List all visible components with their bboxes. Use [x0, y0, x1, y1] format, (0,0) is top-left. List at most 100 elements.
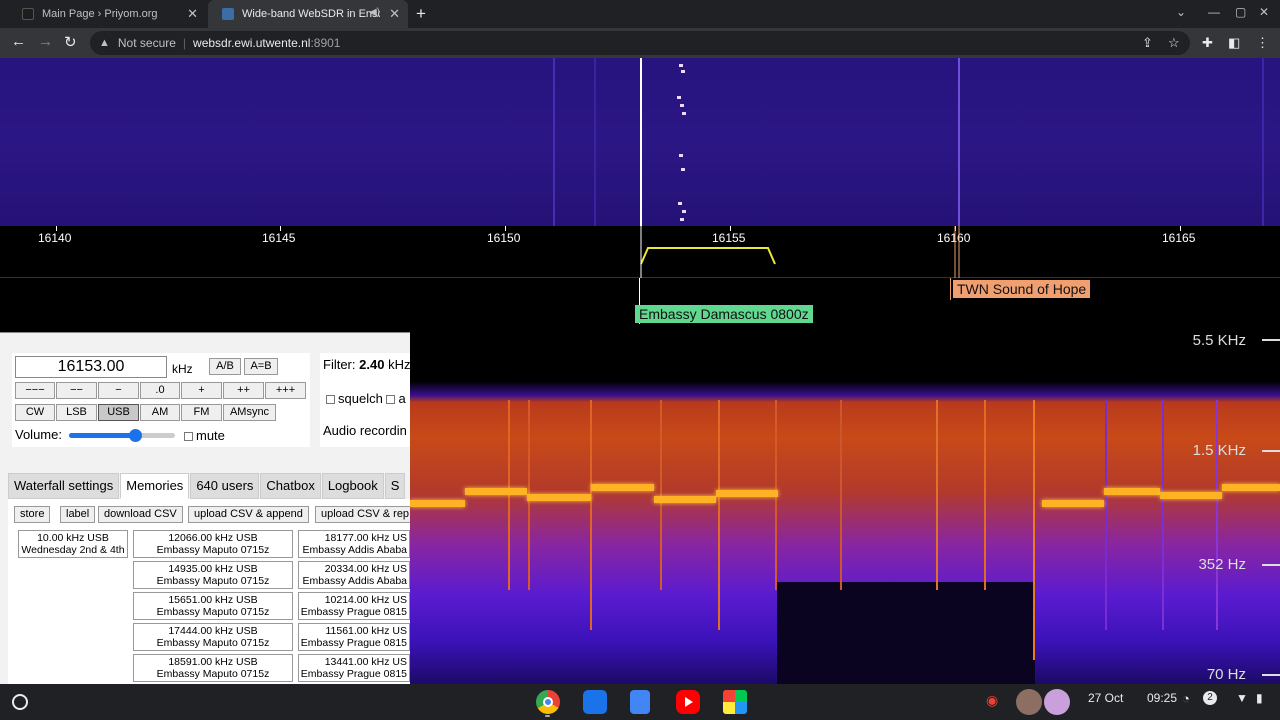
forward-icon[interactable]: → [38, 33, 53, 50]
frequency-box: 16153.00 kHz A/B A=B −−− −− − .0 + ++ ++… [12, 353, 310, 447]
step-up-1-button[interactable]: + [181, 382, 222, 399]
time-label[interactable]: 09:25 [1147, 691, 1177, 705]
memory-entry[interactable]: 14935.00 kHz USB Embassy Maputo 0715z [133, 561, 293, 589]
minimize-icon[interactable]: — [1208, 5, 1220, 19]
extensions-icon[interactable]: ✚ [1202, 35, 1213, 51]
tab-search-icon[interactable]: ⌄ [1176, 5, 1186, 19]
not-secure-icon[interactable]: ▲ [99, 37, 110, 49]
do-not-disturb-icon[interactable]: ◔ [1182, 691, 1190, 706]
frequency-scale[interactable]: 16140 16145 16150 16155 16160 16165 [0, 226, 1280, 278]
label-button[interactable]: label [60, 506, 96, 523]
mute-checkbox[interactable] [184, 432, 193, 442]
audio-spectrogram[interactable]: 5.5 KHz 1.5 KHz 352 Hz 70 Hz [410, 332, 1280, 684]
step-up-3-button[interactable]: +++ [265, 382, 306, 399]
menu-icon[interactable]: ⋮ [1256, 35, 1269, 51]
mode-lsb-button[interactable]: LSB [56, 404, 97, 421]
squelch-toggle[interactable]: squelch a [326, 391, 406, 406]
step-down-3-button[interactable]: −−− [15, 382, 55, 399]
memory-label: Embassy Prague 0815 [300, 606, 407, 618]
docs-app-icon[interactable] [630, 690, 650, 714]
reload-icon[interactable]: ↻ [64, 33, 77, 51]
filter-value: 2.40 [359, 357, 385, 372]
tab-users[interactable]: 640 users [190, 473, 260, 499]
close-tab-icon[interactable]: ✕ [389, 6, 400, 22]
tab-priyom[interactable]: Main Page › Priyom.org ✕ [8, 0, 206, 28]
step-up-2-button[interactable]: ++ [223, 382, 264, 399]
mode-amsync-button[interactable]: AMsync [223, 404, 276, 421]
squelch-checkbox[interactable] [326, 395, 335, 405]
memory-entry[interactable]: 18591.00 kHz USB Embassy Maputo 0715z [133, 654, 293, 682]
date-label[interactable]: 27 Oct [1088, 691, 1123, 705]
avatar[interactable] [1016, 689, 1042, 715]
volume-knob[interactable] [128, 429, 142, 442]
mode-fm-button[interactable]: FM [181, 404, 222, 421]
memory-entry[interactable]: 18177.00 kHz US Embassy Addis Ababa [298, 530, 410, 558]
files-app-icon[interactable] [583, 690, 607, 714]
audio-recording-label[interactable]: Audio recordin [323, 423, 407, 438]
wifi-icon[interactable]: ▼ [1236, 691, 1248, 705]
launcher-icon[interactable] [12, 694, 28, 710]
station-label-twn[interactable]: TWN Sound of Hope [953, 280, 1091, 298]
avatar[interactable] [1044, 689, 1070, 715]
waterfall-signal [958, 58, 960, 226]
new-tab-icon[interactable]: + [416, 4, 426, 24]
address-bar[interactable]: ▲ Not secure | websdr.ewi.utwente.nl :89… [90, 31, 1190, 55]
youtube-app-icon[interactable] [676, 690, 700, 714]
freq-tick [1262, 339, 1280, 341]
memories-panel: store label download CSV upload CSV & ap… [8, 499, 418, 684]
wideband-waterfall[interactable] [0, 58, 1280, 226]
step-down-1-button[interactable]: − [98, 382, 139, 399]
upload-append-button[interactable]: upload CSV & append [188, 506, 309, 523]
tab-chatbox[interactable]: Chatbox [260, 473, 321, 499]
chrome-app-icon[interactable] [536, 690, 560, 714]
maximize-icon[interactable]: ▢ [1235, 5, 1246, 19]
memory-freq: 20334.00 kHz US [324, 563, 407, 575]
spectrogram-click [1105, 400, 1107, 630]
close-window-icon[interactable]: ✕ [1259, 5, 1269, 19]
a-equals-b-button[interactable]: A=B [244, 358, 278, 375]
notification-count[interactable]: 2 [1203, 691, 1217, 705]
close-tab-icon[interactable]: ✕ [187, 6, 198, 22]
back-icon[interactable]: ← [11, 33, 26, 50]
memory-entry[interactable]: 10214.00 kHz US Embassy Prague 0815 [298, 592, 410, 620]
memory-label: Embassy Maputo 0715z [156, 637, 270, 649]
store-button[interactable]: store [14, 506, 51, 523]
ab-button[interactable]: A/B [209, 358, 241, 375]
mode-usb-button[interactable]: USB [98, 404, 139, 421]
download-csv-button[interactable]: download CSV [98, 506, 183, 523]
station-marker-line [950, 278, 951, 300]
bookmark-star-icon[interactable]: ☆ [1168, 35, 1180, 51]
tab-websdr[interactable]: Wide-band WebSDR in Ensch ◀) ✕ [208, 0, 408, 28]
memory-entry[interactable]: 13441.00 kHz US Embassy Prague 0815 [298, 654, 410, 682]
upload-replace-button[interactable]: upload CSV & rep [315, 506, 416, 523]
mute-toggle[interactable]: mute [184, 428, 225, 443]
step-down-2-button[interactable]: −− [56, 382, 97, 399]
battery-icon[interactable]: ▮ [1256, 691, 1263, 705]
round-button[interactable]: .0 [140, 382, 180, 399]
url-host: websdr.ewi.utwente.nl [193, 36, 311, 50]
mode-cw-button[interactable]: CW [15, 404, 55, 421]
side-panel-icon[interactable]: ◧ [1228, 35, 1240, 51]
tab-waterfall-settings[interactable]: Waterfall settings [8, 473, 120, 499]
memory-entry[interactable]: 17444.00 kHz USB Embassy Maputo 0715z [133, 623, 293, 651]
passband-indicator [640, 226, 960, 278]
volume-slider[interactable] [69, 429, 175, 442]
mode-am-button[interactable]: AM [140, 404, 180, 421]
memory-entry[interactable]: 12066.00 kHz USB Embassy Maputo 0715z [133, 530, 293, 558]
audio-playing-icon[interactable]: ◀) [369, 7, 380, 18]
frequency-input[interactable]: 16153.00 [15, 356, 167, 378]
station-label-embassy[interactable]: Embassy Damascus 0800z [635, 305, 813, 323]
tab-more[interactable]: S [384, 473, 406, 499]
memory-label: Embassy Prague 0815 [300, 637, 407, 649]
memory-entry[interactable]: 15651.00 kHz USB Embassy Maputo 0715z [133, 592, 293, 620]
memory-entry[interactable]: 20334.00 kHz US Embassy Addis Ababa [298, 561, 410, 589]
share-icon[interactable]: ⇪ [1142, 35, 1153, 51]
tab-logbook[interactable]: Logbook [321, 473, 384, 499]
tab-memories[interactable]: Memories [120, 473, 190, 499]
memory-entry[interactable]: 10.00 kHz USB Wednesday 2nd & 4th [18, 530, 128, 558]
play-store-icon[interactable] [723, 690, 747, 714]
tone-trace [716, 490, 778, 497]
memory-entry[interactable]: 11561.00 kHz US Embassy Prague 0815 [298, 623, 410, 651]
agc-checkbox[interactable] [386, 395, 396, 405]
screen-record-icon[interactable]: ◉ [986, 692, 998, 709]
